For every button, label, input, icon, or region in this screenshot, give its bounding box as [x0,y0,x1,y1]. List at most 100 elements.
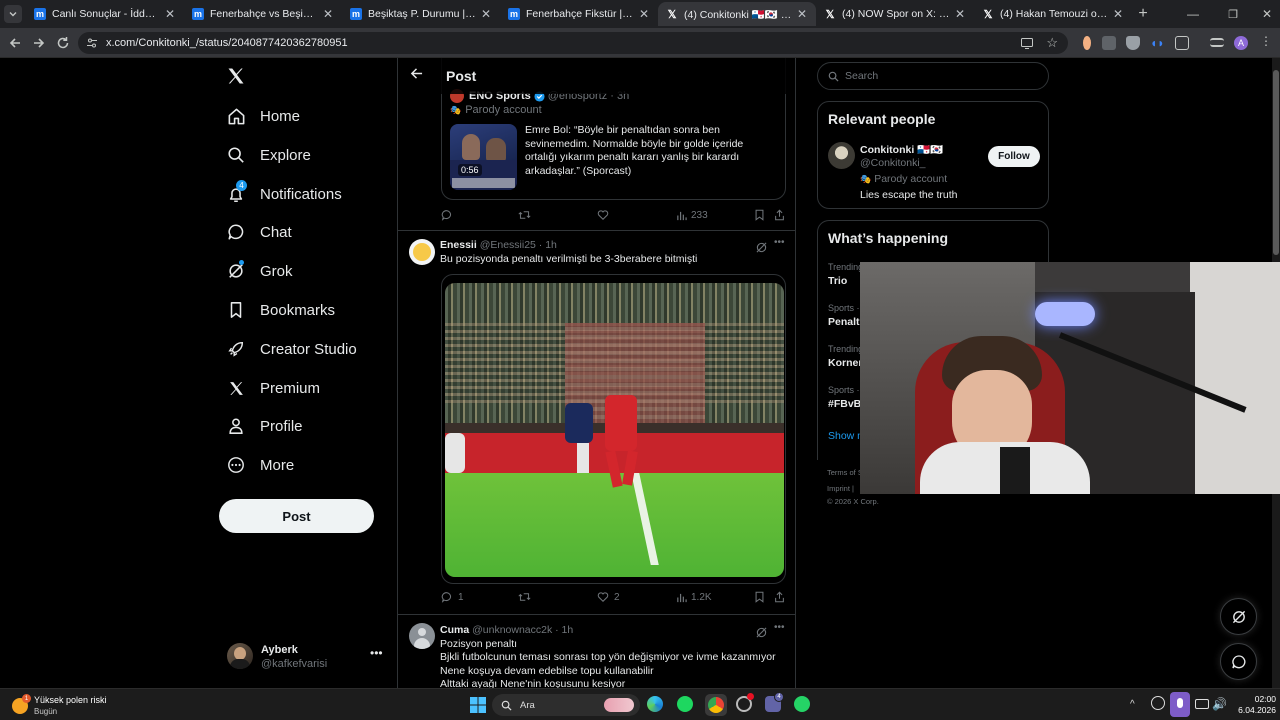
taskbar-search[interactable]: Ara [492,694,640,716]
tab-search-icon[interactable] [4,5,22,23]
microphone-tray-icon[interactable] [1170,692,1190,717]
grok-floating-button[interactable] [1220,598,1257,635]
search-box[interactable]: Search [817,62,1049,90]
views-stat[interactable]: 233 [676,210,708,221]
reply-avatar[interactable] [409,623,435,649]
minimize-icon[interactable]: — [1184,5,1202,23]
reply-media-frame[interactable] [441,274,786,584]
reply-post[interactable]: Enessii @Enessii25 · 1h ••• Bu pozisyond… [398,231,795,614]
trend-item[interactable]: Trending Trio [828,262,863,287]
nav-home[interactable]: Home [226,98,300,134]
reply-icon[interactable] [441,209,453,221]
tab-close-icon[interactable]: ✕ [322,7,334,21]
nav-notifications[interactable]: 4 Notifications [226,176,342,212]
windows-start-icon[interactable] [469,696,487,714]
chrome-icon[interactable] [705,694,727,716]
tab-close-icon[interactable]: ✕ [638,7,650,21]
volume-icon[interactable]: 🔊 [1212,697,1230,715]
shield-extension-icon[interactable] [1126,36,1140,50]
edge-icon[interactable] [647,696,665,714]
scrollbar-thumb[interactable] [1273,70,1279,255]
reply-post[interactable]: Cuma @unknownacc2k · 1h ••• Pozisyon pen… [398,615,795,688]
back-arrow-icon[interactable] [410,67,423,85]
extension-icon[interactable] [1102,36,1116,50]
views-stat[interactable]: 1.2K [676,592,712,603]
bookmark-action-icon[interactable] [754,209,765,221]
nav-premium[interactable]: Premium [226,370,320,406]
relevant-avatar[interactable] [828,142,855,169]
follow-button[interactable]: Follow [988,146,1040,167]
tab-close-icon[interactable]: ✕ [954,7,966,21]
whatsapp-icon[interactable] [794,696,812,714]
site-info-icon[interactable] [86,37,98,49]
network-icon[interactable] [1195,696,1213,714]
share-icon[interactable] [774,209,785,221]
bookmark-action-icon[interactable] [754,591,765,603]
reading-list-icon[interactable] [1210,38,1224,47]
account-switcher[interactable]: Ayberk @kafkefvarisi ••• [220,636,390,678]
reply-avatar[interactable] [409,239,435,265]
browser-tab[interactable]: 𝕏 (4) NOW Spor on X: "Ersin Düzen ✕ [816,2,974,26]
footer-link[interactable]: Terms of S [827,468,863,477]
browser-menu-icon[interactable]: ⋮ [1260,34,1274,48]
nav-more[interactable]: More [226,447,294,483]
browser-tab[interactable]: m Fenerbahçe Fikstür | Mackolik.com ✕ [500,2,658,26]
nav-grok[interactable]: Grok [226,253,293,289]
grok-explain-icon[interactable] [756,240,767,258]
reply-author-name[interactable]: Cuma [440,624,469,636]
nav-profile[interactable]: Profile [226,408,303,444]
post-button[interactable]: Post [219,499,374,533]
account-more-icon[interactable]: ••• [370,646,383,660]
reply-author-name[interactable]: Enessii [440,239,477,251]
reply-stat[interactable]: 1 [441,591,464,603]
app-icon[interactable] [736,693,754,714]
football-video[interactable] [445,283,784,577]
tray-app-icon[interactable] [1151,696,1169,714]
reload-icon[interactable] [54,34,72,52]
restore-icon[interactable]: ❐ [1224,5,1242,23]
nav-bookmarks[interactable]: Bookmarks [226,292,335,328]
weather-widget[interactable]: 1 Yüksek polen riski Bugün [12,694,152,718]
nav-chat[interactable]: Chat [226,214,292,250]
trend-item[interactable]: Trending Korner [828,344,863,369]
footer-link[interactable]: Imprint | [827,484,854,493]
forward-icon[interactable] [30,34,48,52]
chat-floating-button[interactable] [1220,643,1257,680]
trend-item[interactable]: Sports · Penalt [828,303,860,328]
nav-creator-studio[interactable]: Creator Studio [226,331,357,367]
like-icon[interactable] [597,209,609,221]
profile-avatar[interactable]: A [1234,36,1248,50]
teams-icon[interactable]: 4 [765,692,784,714]
browser-tab[interactable]: 𝕏 (4) Hakan Temouzi on X: ""Pena ✕ [974,2,1132,26]
like-stat[interactable]: 2 [597,591,620,603]
browser-tab[interactable]: m Fenerbahçe vs Beşiktaş, 05.04.2026 ✕ [184,2,342,26]
new-tab-icon[interactable]: + [1134,5,1152,23]
nav-explore[interactable]: Explore [226,137,311,173]
audio-extension-icon[interactable]: ◖◗ [1150,36,1165,50]
spotify-icon[interactable] [677,696,695,714]
tab-close-icon[interactable]: ✕ [164,7,176,21]
back-icon[interactable] [6,34,24,52]
browser-tab[interactable]: m Beşiktaş P. Durumu | Mackolik.com ✕ [342,2,500,26]
browser-tab-active[interactable]: 𝕏 (4) Conkitonki 🇵🇦🇰🇷 on X: "Bu p ✕ [658,2,816,26]
extension-icon[interactable] [1083,36,1091,50]
clock[interactable]: 02:00 6.04.2026 [1230,694,1276,716]
browser-tab[interactable]: m Canlı Sonuçlar - İddaa Sonuçları ✕ [26,2,184,26]
repost-icon[interactable] [518,591,531,603]
tab-close-icon[interactable]: ✕ [796,7,808,21]
repost-icon[interactable] [518,209,531,221]
relevant-name[interactable]: Conkitonki 🇵🇦🇰🇷 [860,143,943,156]
quoted-video-thumbnail[interactable]: 0:56 [450,124,517,190]
tab-close-icon[interactable]: ✕ [1112,7,1124,21]
tab-close-icon[interactable]: ✕ [480,7,492,21]
address-bar[interactable]: x.com/Conkitonki_/status/204087742036278… [78,32,1068,54]
close-window-icon[interactable]: ✕ [1258,5,1276,23]
x-logo-icon[interactable] [226,66,246,91]
post-more-icon[interactable]: ••• [774,622,785,633]
install-app-icon[interactable] [1020,36,1034,55]
tray-overflow-icon[interactable]: ^ [1130,699,1135,710]
extensions-puzzle-icon[interactable] [1175,36,1189,50]
share-icon[interactable] [774,591,785,603]
post-more-icon[interactable]: ••• [774,237,785,248]
bookmark-star-icon[interactable]: ☆ [1046,35,1058,51]
